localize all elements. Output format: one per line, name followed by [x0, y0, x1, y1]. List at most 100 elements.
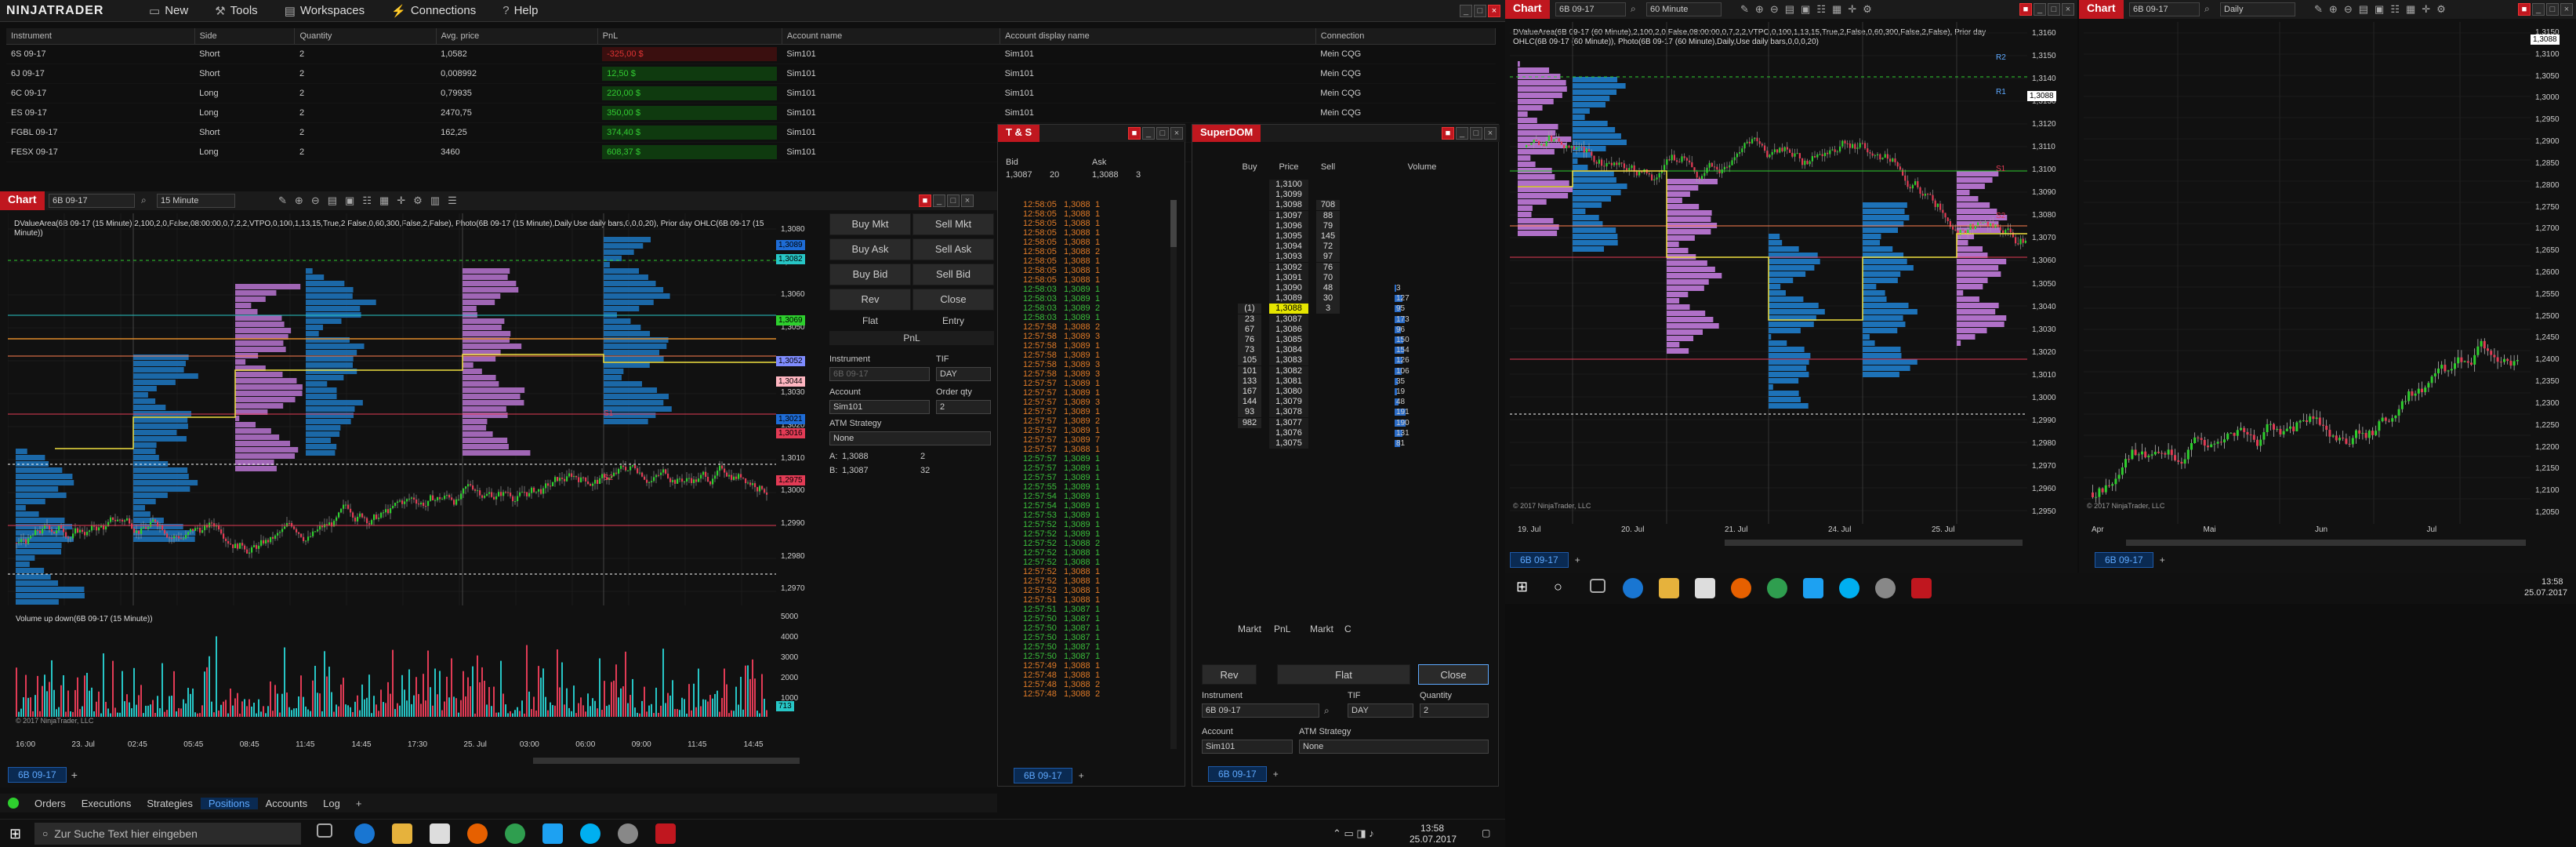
chart-tab[interactable]: 6B 09-17: [2095, 552, 2153, 568]
add-tab-button[interactable]: +: [1273, 769, 1279, 780]
task-view-icon[interactable]: [317, 823, 332, 838]
table-row[interactable]: 6C 09-17 Long 2 0,79935 220,00 $ Sim101 Sim101…: [6, 83, 1496, 104]
menu-item-help[interactable]: ? Help: [503, 4, 538, 18]
add-tab-button[interactable]: +: [1079, 770, 1084, 781]
search-icon[interactable]: ⌕: [1324, 705, 1330, 717]
notification-icon[interactable]: ▢: [1482, 827, 1490, 838]
tif-select[interactable]: DAY: [936, 367, 991, 381]
column-header[interactable]: Quantity: [294, 28, 437, 45]
snapshot-icon[interactable]: ▣: [345, 194, 354, 207]
chart-close[interactable]: ×: [961, 194, 974, 207]
add-tab-button[interactable]: +: [1575, 554, 1580, 565]
task-view-icon[interactable]: [1590, 579, 1605, 593]
tab-accounts[interactable]: Accounts: [258, 798, 315, 809]
draw-tool-icon[interactable]: ✎: [2314, 3, 2323, 16]
price-ladder[interactable]: 1,3100 1,3099 1,3098 708 1,3097 88 1,3096 79 1,3…: [1238, 180, 1473, 454]
sell-market-button[interactable]: Sell Mkt: [912, 213, 994, 235]
chrome-icon[interactable]: [505, 823, 525, 844]
ladder-row[interactable]: 1,3091 70: [1238, 272, 1473, 283]
template-icon[interactable]: ▦: [2406, 3, 2415, 16]
store-icon[interactable]: [430, 823, 450, 844]
bars-icon[interactable]: ☷: [1816, 3, 1826, 16]
chart-maximize[interactable]: □: [947, 194, 960, 207]
dom-flat-button[interactable]: Flat: [1277, 664, 1410, 685]
properties-icon[interactable]: ▤: [328, 194, 337, 207]
chrome-icon[interactable]: [1767, 578, 1787, 598]
column-header[interactable]: Side: [194, 28, 296, 45]
chart-minimize[interactable]: _: [2034, 3, 2046, 16]
ninjatrader-icon[interactable]: [1911, 578, 1932, 598]
chart-close[interactable]: ×: [2560, 3, 2573, 16]
properties-icon[interactable]: ▤: [2359, 3, 2368, 16]
search-icon[interactable]: ⌕: [141, 194, 147, 206]
table-row[interactable]: 6J 09-17 Short 2 0,008992 12,50 $ Sim101 Sim10…: [6, 64, 1496, 84]
dom-minimize[interactable]: _: [1456, 127, 1468, 140]
ladder-row[interactable]: 1,3090 48 3: [1238, 283, 1473, 293]
zoom-out-icon[interactable]: ⊖: [311, 194, 320, 207]
template-icon[interactable]: ▦: [1832, 3, 1841, 16]
tab-log[interactable]: Log: [315, 798, 348, 809]
edge-icon[interactable]: [354, 823, 375, 844]
dom-close[interactable]: ×: [1484, 127, 1497, 140]
ladder-row[interactable]: 144 1,3079 48: [1238, 397, 1473, 408]
edge-icon[interactable]: [1623, 578, 1643, 598]
firefox-icon[interactable]: [467, 823, 488, 844]
chart-minimize[interactable]: _: [933, 194, 945, 207]
menu-item-connections[interactable]: ⚡ Connections: [391, 4, 476, 18]
ts-close[interactable]: ×: [1170, 127, 1183, 140]
zoom-out-icon[interactable]: ⊖: [2344, 3, 2353, 16]
ladder-row[interactable]: (1) 1,3088 3 95: [1238, 304, 1473, 314]
crosshair-icon[interactable]: ✛: [2422, 3, 2430, 16]
chart-tab[interactable]: 6B 09-17: [1510, 552, 1569, 568]
chart-maximize[interactable]: □: [2048, 3, 2060, 16]
buy-bid-button[interactable]: Buy Bid: [829, 264, 911, 285]
dom-quantity-input[interactable]: 2: [1420, 703, 1489, 718]
tab-executions[interactable]: Executions: [74, 798, 140, 809]
chart-close[interactable]: ×: [2062, 3, 2074, 16]
store-icon[interactable]: [1695, 578, 1715, 598]
template-icon[interactable]: ▦: [379, 194, 389, 207]
ladder-row[interactable]: 1,3089 30 127: [1238, 293, 1473, 304]
zoom-out-icon[interactable]: ⊖: [1770, 3, 1779, 16]
market-buy-button[interactable]: Markt: [1238, 623, 1261, 634]
minimize-button[interactable]: _: [1460, 5, 1472, 17]
settings-icon[interactable]: ⚙: [2436, 3, 2446, 16]
crosshair-icon[interactable]: ✛: [397, 194, 405, 207]
horizontal-scrollbar[interactable]: [2126, 540, 2526, 546]
zoom-in-icon[interactable]: ⊕: [2329, 3, 2338, 16]
tab-orders[interactable]: Orders: [27, 798, 74, 809]
menu-item-tools[interactable]: ⚒ Tools: [215, 4, 257, 18]
dom-instrument-field[interactable]: 6B 09-17: [1202, 703, 1319, 718]
explorer-icon[interactable]: [1659, 578, 1679, 598]
table-row[interactable]: ES 09-17 Long 2 2470,75 350,00 $ Sim101 Sim101…: [6, 103, 1496, 123]
dom-tif-select[interactable]: DAY: [1348, 703, 1413, 718]
ladder-row[interactable]: 167 1,3080 19: [1238, 387, 1473, 397]
network-app-icon[interactable]: [618, 823, 638, 844]
menu-item-workspaces[interactable]: ▤ Workspaces: [285, 4, 365, 18]
properties-icon[interactable]: ▤: [1785, 3, 1794, 16]
snapshot-icon[interactable]: ▣: [1801, 3, 1810, 16]
chart-link-button[interactable]: ■: [919, 194, 931, 207]
dom-maximize[interactable]: □: [1470, 127, 1482, 140]
price-chart-15min[interactable]: S1S2: [8, 213, 823, 605]
search-icon[interactable]: ⌕: [1631, 3, 1636, 15]
instrument-selector[interactable]: 6B 09-17: [49, 194, 135, 208]
ladder-row[interactable]: 133 1,3081 35: [1238, 376, 1473, 387]
ts-tab[interactable]: 6B 09-17: [1014, 768, 1072, 783]
maximize-button[interactable]: □: [1474, 5, 1486, 17]
draw-tool-icon[interactable]: ✎: [278, 194, 287, 207]
instrument-selector[interactable]: 6B 09-17: [1555, 2, 1626, 16]
ladder-row[interactable]: 1,3096 79: [1238, 220, 1473, 231]
reverse-button[interactable]: Rev: [829, 289, 911, 311]
start-button[interactable]: ⊞: [9, 826, 21, 842]
search-icon[interactable]: ⌕: [2204, 3, 2210, 15]
ladder-row[interactable]: 1,3094 72: [1238, 242, 1473, 253]
ladder-row[interactable]: 67 1,3086 96: [1238, 324, 1473, 335]
buy-market-button[interactable]: Buy Mkt: [829, 213, 911, 235]
ts-scrollbar[interactable]: [1170, 200, 1177, 749]
column-header[interactable]: PnL: [597, 28, 782, 45]
horizontal-scrollbar[interactable]: [533, 758, 800, 764]
interval-selector[interactable]: 60 Minute: [1646, 2, 1722, 16]
ladder-row[interactable]: 76 1,3085 150: [1238, 335, 1473, 345]
column-header[interactable]: Instrument: [6, 28, 195, 45]
